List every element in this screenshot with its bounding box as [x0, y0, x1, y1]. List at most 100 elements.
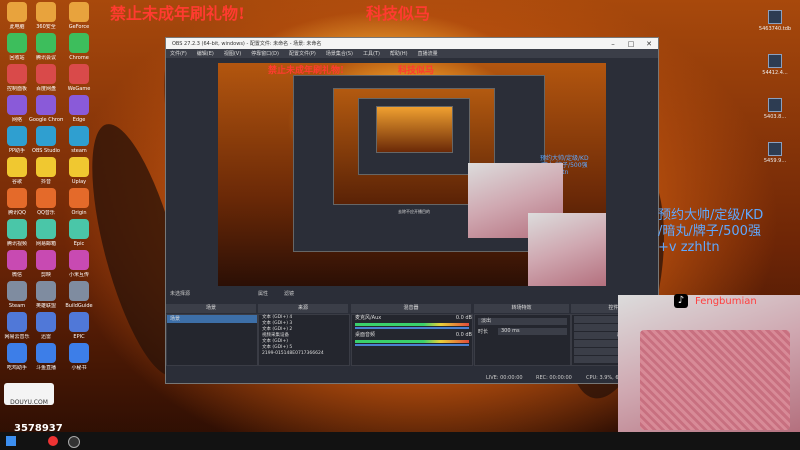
desktop-file[interactable]: 5403.8...	[752, 98, 798, 120]
app-icon	[7, 188, 27, 208]
mixer-channel: 桌面音频 0.0 dB	[352, 332, 472, 339]
sources-panel[interactable]: 文本 (GDI+) 4 文本 (GDI+) 3 文本 (GDI+) 2 视频采集设备文…	[258, 314, 350, 366]
properties-button[interactable]: 属性	[258, 290, 268, 299]
desktop-icon-label: WeGame	[67, 86, 91, 92]
obs-window[interactable]: OBS 27.2.3 (64-bit, windows) - 配置文件: 未命名…	[165, 37, 659, 384]
desktop-file[interactable]: 5463740.tdb	[752, 10, 798, 32]
menu-item[interactable]: 帮助(H)	[390, 50, 408, 57]
mixer-channel: 麦克风/Aux 0.0 dB	[352, 315, 472, 322]
taskbar	[0, 432, 800, 450]
app-icon	[69, 64, 89, 84]
scenes-dock-title: 场景	[166, 304, 256, 313]
live-status: LIVE: 00:00:00	[486, 375, 523, 381]
desktop-icon-c-11[interactable]: 小秘书	[62, 343, 96, 383]
transition-type[interactable]: 淡出	[478, 318, 567, 325]
app-icon	[36, 343, 56, 363]
desktop-icon-label: EPIC	[73, 334, 85, 340]
app-icon	[69, 126, 89, 146]
app-icon	[69, 157, 89, 177]
desktop-icon-label: OBS Studio	[32, 148, 60, 154]
volume-slider[interactable]	[355, 327, 469, 329]
desktop-icon-label: 小秘书	[71, 365, 87, 371]
nested-obs-4	[376, 106, 453, 153]
app-icon	[7, 219, 27, 239]
app-icon	[7, 250, 27, 270]
menu-item[interactable]: 配置文件(P)	[289, 50, 316, 57]
app-icon	[36, 126, 56, 146]
duration-input[interactable]: 300 ms	[498, 328, 567, 335]
app-icon	[69, 188, 89, 208]
volume-slider[interactable]	[355, 344, 469, 346]
desktop-icon-b-11[interactable]: 斗鱼直播	[29, 343, 63, 383]
sources-dock-title: 来源	[258, 304, 348, 313]
desktop-icon-label: steam	[71, 148, 87, 154]
menu-item[interactable]: 直播流量	[418, 50, 438, 57]
desktop-icon-label: BuildGuide	[65, 303, 93, 309]
duration-label: 时长	[478, 329, 489, 335]
maximize-icon[interactable]: □	[622, 40, 640, 48]
app-icon	[36, 188, 56, 208]
app-icon	[69, 2, 89, 22]
desktop-icon-label: Chrome	[69, 55, 89, 61]
app-icon	[69, 250, 89, 270]
obs-statusbar: LIVE: 00:00:00 REC: 00:00:00 CPU: 3.9%, …	[166, 373, 658, 383]
app-icon	[7, 126, 27, 146]
obs-preview[interactable]: 禁止未成年刷礼物! 科技似马 去除不应开播目的 预约大帅/定级/KD /暗丸/牌…	[218, 63, 606, 286]
app-icon	[36, 250, 56, 270]
desktop-icon-label: 360安全	[36, 24, 56, 30]
app-icon	[7, 64, 27, 84]
file-icon	[768, 142, 782, 156]
desktop-icon-label: 网易邮箱	[35, 241, 56, 247]
app-icon	[69, 95, 89, 115]
channel-overlay: 科技似马	[366, 4, 431, 23]
start-icon[interactable]	[6, 436, 16, 446]
tiktok-icon: ♪	[674, 294, 688, 308]
menu-item[interactable]: 场景集合(S)	[326, 50, 353, 57]
desktop-icon-label: 英雄联盟	[35, 303, 56, 309]
scene-item[interactable]: 场景	[167, 315, 257, 323]
transitions-panel[interactable]: 淡出 时长 300 ms	[474, 314, 571, 366]
minimize-icon[interactable]: –	[604, 40, 622, 48]
tiktok-username: Fengbumian	[695, 296, 757, 307]
close-icon[interactable]: ✕	[640, 40, 658, 48]
obs-menubar: 文件(F) 编辑(E) 视图(V) 停靠窗口(D) 配置文件(P) 场景集合(S) 工具(T…	[166, 49, 658, 58]
desktop-icon-label: Google Chrome	[29, 117, 63, 123]
source-item[interactable]: 2199-015148E0717366624	[259, 351, 349, 357]
filters-button[interactable]: 滤镜	[284, 290, 294, 299]
app-icon	[7, 33, 27, 53]
desktop-icon-label: 抖音	[40, 179, 51, 185]
file-icon	[768, 10, 782, 24]
warning-overlay: 禁止未成年刷礼物!	[110, 4, 246, 23]
mixer-channel-db: 0.0 dB	[455, 332, 472, 338]
no-source-label: 未选择源	[170, 291, 191, 297]
mouse-mat	[640, 330, 790, 430]
desktop-icon-label: 迅雷	[40, 334, 51, 340]
douyu-logo: DOUYU.COM	[4, 383, 54, 406]
desktop-icon-label: QQ音乐	[37, 210, 55, 216]
taskbar-obs-icon[interactable]	[68, 436, 80, 448]
scenes-panel[interactable]: 场景	[166, 314, 258, 366]
menu-item[interactable]: 文件(F)	[170, 50, 187, 57]
desktop-icon-label: GeForce	[68, 24, 90, 30]
transitions-dock-title: 转场特效	[474, 304, 569, 313]
desktop-icon-label: 小米互传	[68, 272, 89, 278]
app-icon	[36, 33, 56, 53]
app-icon	[36, 312, 56, 332]
app-icon	[7, 281, 27, 301]
app-icon	[7, 312, 27, 332]
menu-item[interactable]: 视图(V)	[224, 50, 241, 57]
file-icon	[768, 98, 782, 112]
app-icon	[69, 33, 89, 53]
taskbar-app-icon[interactable]	[48, 436, 58, 446]
menu-item[interactable]: 工具(T)	[363, 50, 380, 57]
desktop-icon-label: Uplay	[71, 179, 87, 185]
mixer-panel[interactable]: 麦克风/Aux 0.0 dB 桌面音频 0.0 dB	[351, 314, 473, 366]
desktop-file[interactable]: 5459.9...	[752, 142, 798, 164]
menu-item[interactable]: 编辑(E)	[197, 50, 214, 57]
menu-item[interactable]: 停靠窗口(D)	[251, 50, 279, 57]
preview-camera-main	[528, 213, 606, 286]
obs-titlebar[interactable]: OBS 27.2.3 (64-bit, windows) - 配置文件: 未命名…	[166, 38, 658, 49]
desktop-file[interactable]: 54412.4...	[752, 54, 798, 76]
douyu-logo-text: DOUYU.COM	[10, 399, 48, 406]
mixer-channel-name: 麦克风/Aux	[355, 315, 382, 321]
